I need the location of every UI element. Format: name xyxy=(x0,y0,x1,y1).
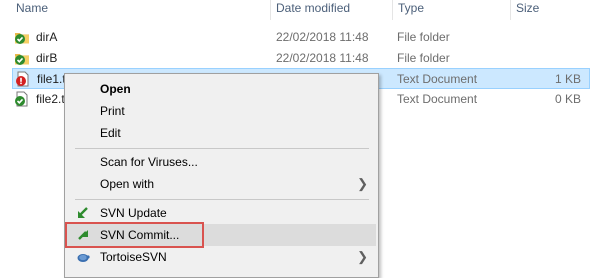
menu-item-open-with[interactable]: Open with ❯ xyxy=(67,173,376,195)
menu-item-label: Scan for Viruses... xyxy=(100,155,198,169)
annotation-highlight-box xyxy=(65,222,204,248)
file-size xyxy=(515,48,581,69)
header-name[interactable]: Name xyxy=(12,0,268,20)
header-separator[interactable] xyxy=(270,0,271,20)
menu-item-svn-update[interactable]: SVN Update xyxy=(67,202,376,224)
header-date-modified[interactable]: Date modified xyxy=(272,0,390,20)
header-separator[interactable] xyxy=(510,0,511,20)
file-type: File folder xyxy=(397,51,450,65)
menu-item-label: Edit xyxy=(100,126,121,140)
file-name: dirA xyxy=(36,30,58,44)
menu-item-edit[interactable]: Edit xyxy=(67,122,376,144)
menu-item-tortoisesvn[interactable]: TortoiseSVN ❯ xyxy=(67,246,376,268)
file-date: 22/02/2018 11:48 xyxy=(276,51,369,65)
file-row-dirb[interactable]: dirB 22/02/2018 11:48 File folder xyxy=(12,48,590,69)
menu-item-label: Print xyxy=(100,104,125,118)
file-type: Text Document xyxy=(397,92,478,106)
folder-green-check-icon xyxy=(15,54,29,65)
submenu-arrow-icon: ❯ xyxy=(357,176,368,191)
tortoisesvn-icon xyxy=(77,254,90,262)
svn-update-icon xyxy=(78,207,88,218)
header-size[interactable]: Size xyxy=(512,0,590,20)
header-separator[interactable] xyxy=(392,0,393,20)
file-row-dira[interactable]: dirA 22/02/2018 11:48 File folder xyxy=(12,27,590,48)
menu-separator xyxy=(75,199,369,200)
menu-item-label: Open xyxy=(100,82,131,96)
menu-item-open[interactable]: Open xyxy=(67,78,376,100)
submenu-arrow-icon: ❯ xyxy=(357,249,368,264)
file-red-modified-icon xyxy=(16,71,29,87)
menu-item-label: TortoiseSVN xyxy=(100,250,167,264)
file-size xyxy=(515,27,581,48)
menu-item-label: SVN Update xyxy=(100,206,167,220)
header-type[interactable]: Type xyxy=(394,0,508,20)
file-type: File folder xyxy=(397,30,450,44)
column-header: Name Date modified Type Size xyxy=(0,0,590,20)
file-type: Text Document xyxy=(397,72,478,86)
file-size: 0 KB xyxy=(554,92,581,106)
menu-item-label: Open with xyxy=(100,177,155,191)
file-green-check-icon xyxy=(15,91,28,107)
menu-item-print[interactable]: Print xyxy=(67,100,376,122)
folder-green-check-icon xyxy=(15,33,29,44)
file-size: 1 KB xyxy=(554,72,581,86)
menu-item-scan-for-viruses[interactable]: Scan for Viruses... xyxy=(67,151,376,173)
menu-separator xyxy=(75,148,369,149)
file-date: 22/02/2018 11:48 xyxy=(276,30,369,44)
file-name: dirB xyxy=(36,51,58,65)
